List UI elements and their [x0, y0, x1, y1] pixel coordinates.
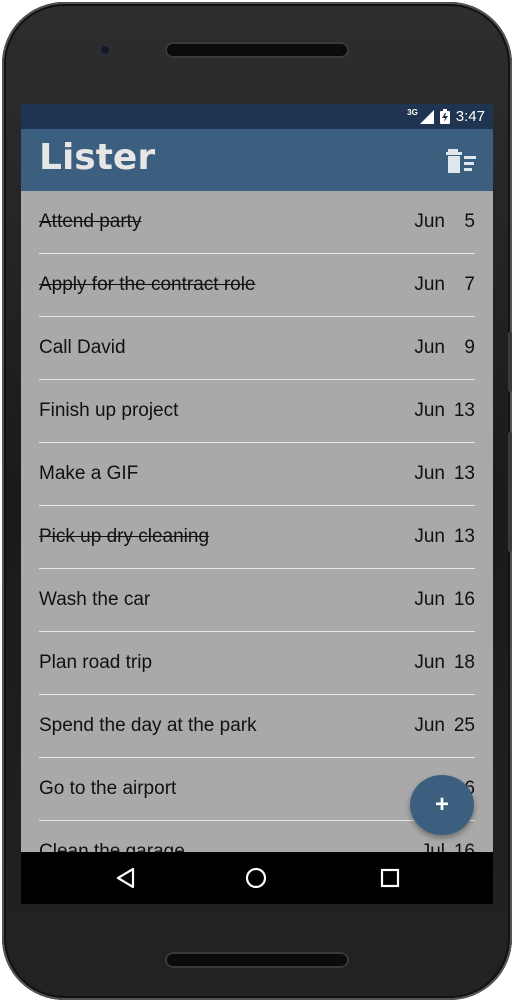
task-day: 13: [453, 463, 475, 484]
task-month: Jun: [414, 526, 445, 547]
task-title: Pick up dry cleaning: [39, 526, 210, 547]
task-day: 16: [453, 589, 475, 610]
status-icons: 3G 3:47: [407, 104, 485, 129]
navigation-bar: [21, 852, 493, 904]
task-day: 13: [453, 526, 475, 547]
front-camera: [99, 44, 111, 56]
top-speaker: [165, 42, 349, 58]
list-item[interactable]: Call David Jun 9: [21, 317, 493, 380]
plus-icon: +: [434, 791, 449, 818]
task-title: Spend the day at the park: [39, 715, 257, 736]
task-day: 13: [453, 400, 475, 421]
list-item[interactable]: Attend party Jun 5: [21, 191, 493, 254]
task-day: 7: [464, 274, 475, 295]
delete-sweep-icon[interactable]: [445, 147, 477, 175]
task-title: Plan road trip: [39, 652, 153, 673]
task-title: Wash the car: [39, 589, 151, 610]
task-month: Jun: [414, 400, 445, 421]
list-item[interactable]: Pick up dry cleaning Jun 13: [21, 506, 493, 569]
list-item[interactable]: Apply for the contract role Jun 7: [21, 254, 493, 317]
task-month: Jun: [414, 337, 445, 358]
power-button: [508, 332, 512, 392]
battery-icon: [439, 109, 450, 124]
recents-icon[interactable]: [377, 865, 403, 891]
clock: 3:47: [455, 108, 485, 125]
list-item[interactable]: Spend the day at the park Jun 25: [21, 695, 493, 758]
task-day: 9: [464, 337, 475, 358]
task-title: Finish up project: [39, 400, 179, 421]
status-bar: 3G 3:47: [21, 104, 493, 129]
app-title: Lister: [39, 137, 156, 178]
task-month: Jun: [414, 463, 445, 484]
screen: 3G 3:47 Lister Attend party Jun 5 Apply …: [21, 104, 493, 904]
signal-icon: [419, 109, 434, 124]
task-title: Apply for the contract role: [39, 274, 256, 295]
task-day: 18: [453, 652, 475, 673]
network-type: 3G: [407, 108, 418, 117]
task-month: Jun: [414, 274, 445, 295]
list-item[interactable]: Finish up project Jun 13: [21, 380, 493, 443]
task-month: Jun: [414, 211, 445, 232]
task-month: Jun: [414, 589, 445, 610]
task-month: Jun: [414, 715, 445, 736]
task-day: 25: [453, 715, 475, 736]
bottom-speaker: [165, 952, 349, 968]
back-icon[interactable]: [113, 865, 139, 891]
task-month: Jun: [414, 652, 445, 673]
task-title: Go to the airport: [39, 778, 177, 799]
task-title: Call David: [39, 337, 126, 358]
list-item[interactable]: Plan road trip Jun 18: [21, 632, 493, 695]
list-item[interactable]: Make a GIF Jun 13: [21, 443, 493, 506]
task-day: 5: [464, 211, 475, 232]
volume-button: [508, 432, 512, 552]
home-icon[interactable]: [243, 865, 269, 891]
add-task-button[interactable]: +: [410, 775, 474, 835]
app-bar: Lister: [21, 129, 493, 191]
task-title: Attend party: [39, 211, 142, 232]
task-title: Make a GIF: [39, 463, 139, 484]
list-item[interactable]: Wash the car Jun 16: [21, 569, 493, 632]
